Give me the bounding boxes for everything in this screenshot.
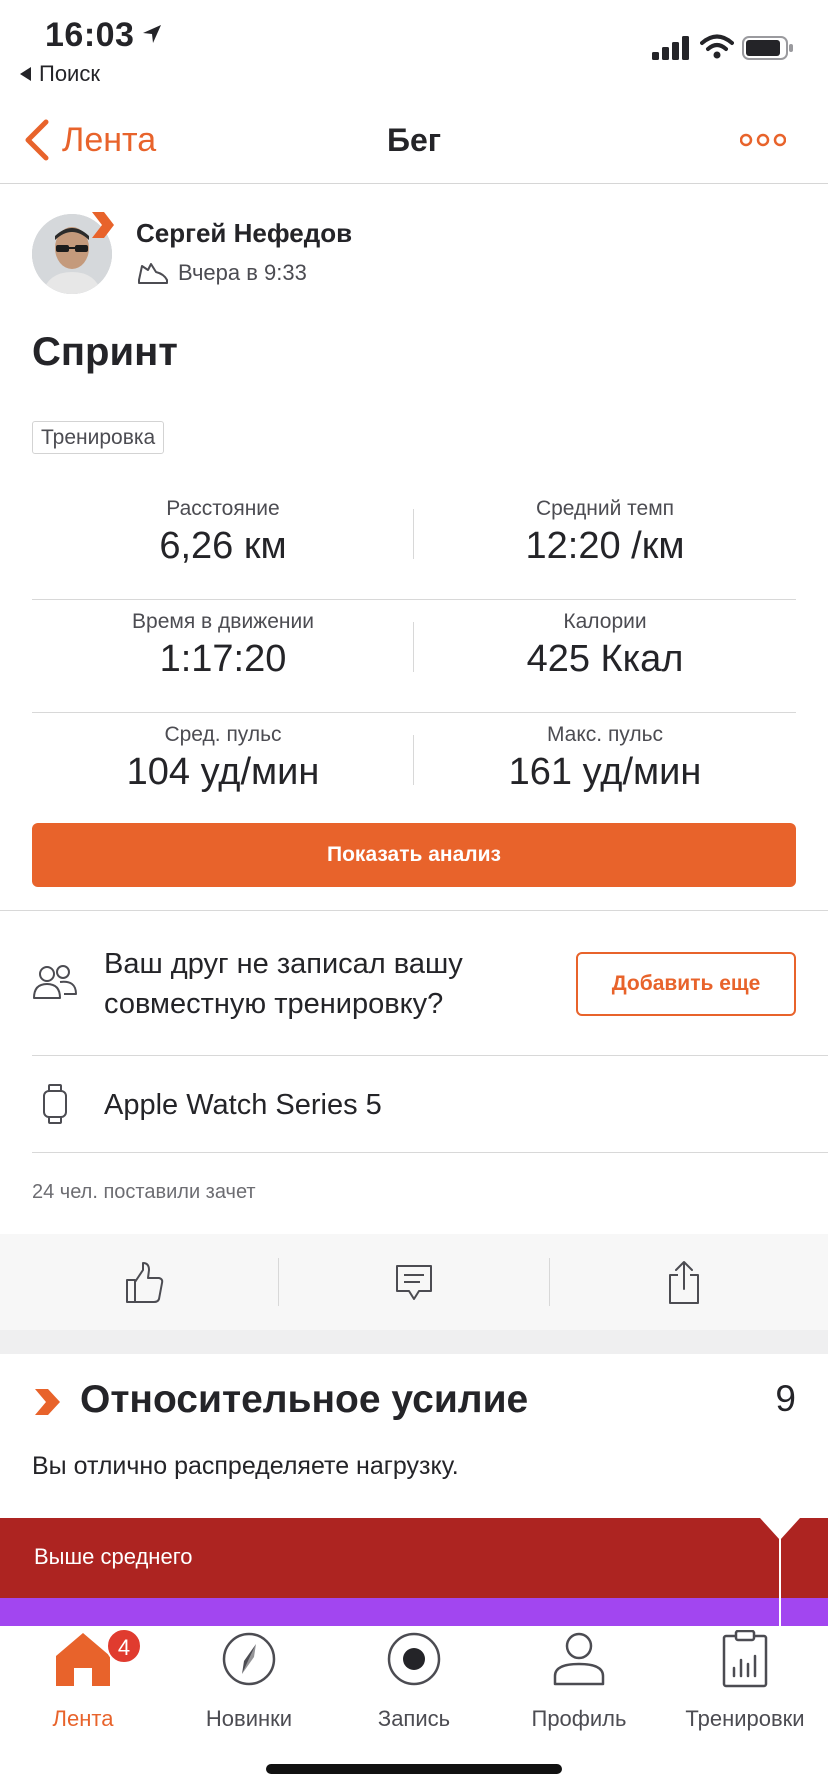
stat-label: Макс. пульс — [546, 723, 664, 746]
wifi-icon — [700, 34, 734, 59]
comment-icon — [396, 1265, 432, 1300]
kudos-count[interactable]: 24 чел. поставили зачет — [32, 1181, 256, 1204]
navigation-bar: Лента Бег — [0, 100, 828, 184]
tab-feed[interactable]: 4 Лента — [0, 1626, 166, 1746]
watch-icon — [43, 1084, 67, 1124]
tab-profile[interactable]: Профиль — [496, 1626, 662, 1746]
stat-value: 1:17:20 — [159, 638, 287, 680]
activity-actions — [0, 1234, 828, 1330]
comment-button[interactable] — [276, 1234, 552, 1330]
stat-max-heart-rate: Макс. пульс 161 уд/мин — [414, 713, 796, 794]
device-name: Apple Watch Series 5 — [104, 1089, 382, 1121]
stat-value: 12:20 /км — [525, 525, 685, 567]
tab-label: Профиль — [531, 1706, 627, 1731]
chevron-badge-icon — [35, 1389, 60, 1415]
workout-type-tag: Тренировка — [32, 421, 165, 454]
stat-value: 425 Ккал — [526, 638, 684, 680]
activity-timestamp: Вчера в 9:33 — [178, 260, 307, 285]
more-options-icon[interactable] — [740, 130, 786, 150]
activity-stats: Расстояние 6,26 км Средний темп 12:20 /к… — [32, 487, 796, 826]
compass-icon — [222, 1632, 276, 1686]
share-button[interactable] — [546, 1234, 822, 1330]
stat-value: 6,26 км — [159, 525, 287, 567]
relative-effort-description: Вы отлично распределяете нагрузку. — [32, 1452, 459, 1480]
home-indicator[interactable] — [266, 1764, 562, 1774]
tab-discover[interactable]: Новинки — [166, 1626, 332, 1746]
cellular-signal-icon — [652, 36, 689, 60]
device-row: Apple Watch Series 5 — [32, 1056, 796, 1152]
effort-level-label: Выше среднего — [34, 1544, 193, 1569]
activity-meta: Вчера в 9:33 — [136, 260, 307, 286]
tag-friends-prompt: Ваш друг не записал вашу совместную трен… — [104, 948, 463, 1020]
stat-distance: Расстояние 6,26 км — [32, 487, 414, 568]
stat-label: Средний темп — [535, 497, 675, 520]
battery-icon — [742, 36, 793, 60]
page-title: Бег — [386, 122, 442, 158]
running-shoe-icon — [138, 263, 168, 284]
stat-row: Сред. пульс 104 уд/мин Макс. пульс 161 у… — [32, 713, 796, 826]
location-arrow-icon — [143, 25, 161, 43]
status-time: 16:03 — [45, 16, 135, 54]
athlete-name[interactable]: Сергей Нефедов — [136, 218, 352, 249]
stat-calories: Калории 425 Ккал — [414, 600, 796, 681]
relative-effort-bar[interactable]: Выше среднего — [0, 1518, 828, 1598]
profile-icon — [553, 1632, 605, 1686]
notification-badge: 4 — [106, 1628, 142, 1664]
stat-label: Сред. пульс — [164, 723, 282, 746]
stat-label: Расстояние — [166, 497, 280, 520]
tab-label: Запись — [377, 1706, 451, 1731]
stat-value: 161 уд/мин — [508, 751, 702, 793]
stat-moving-time: Время в движении 1:17:20 — [32, 600, 414, 681]
tag-friends-row: Ваш друг не записал вашу совместную трен… — [32, 910, 796, 1055]
stat-label: Время в движении — [132, 610, 314, 633]
effort-marker-line — [779, 1536, 781, 1626]
row-divider — [32, 1152, 828, 1153]
relative-effort-score: 9 — [775, 1378, 796, 1419]
tab-label: Лента — [52, 1706, 114, 1731]
stat-avg-pace: Средний темп 12:20 /км — [414, 487, 796, 568]
tab-record[interactable]: Запись — [331, 1626, 497, 1746]
share-icon — [669, 1261, 699, 1304]
tab-label: Тренировки — [685, 1706, 805, 1731]
stat-value: 104 уд/мин — [126, 751, 320, 793]
tab-training[interactable]: Тренировки — [662, 1626, 828, 1746]
back-to-app-link[interactable]: Поиск — [20, 61, 100, 87]
relative-effort-header: Относительное усилие 9 — [32, 1376, 796, 1428]
activity-title: Спринт — [32, 330, 178, 374]
home-icon — [56, 1633, 110, 1686]
clipboard-chart-icon — [722, 1630, 768, 1688]
back-app-label: Поиск — [39, 61, 100, 86]
kudos-button[interactable] — [6, 1234, 282, 1330]
show-analysis-button[interactable]: Показать анализ — [32, 823, 796, 887]
stat-row: Расстояние 6,26 км Средний темп 12:20 /к… — [32, 487, 796, 600]
back-triangle-icon — [20, 67, 31, 81]
status-bar: 16:03 Поиск — [0, 0, 828, 90]
thumbs-up-icon — [126, 1262, 164, 1303]
section-spacer — [0, 1330, 828, 1354]
people-icon — [33, 965, 77, 999]
tab-label: Новинки — [205, 1706, 293, 1731]
relative-effort-title: Относительное усилие — [80, 1378, 529, 1421]
stat-avg-heart-rate: Сред. пульс 104 уд/мин — [32, 713, 414, 794]
stat-label: Калории — [563, 610, 647, 633]
stat-row: Время в движении 1:17:20 Калории 425 Кка… — [32, 600, 796, 713]
add-more-button[interactable]: Добавить еще — [576, 952, 796, 1016]
record-icon — [387, 1632, 441, 1686]
subscriber-chevron-icon — [92, 212, 114, 238]
effort-range-band — [0, 1598, 828, 1626]
